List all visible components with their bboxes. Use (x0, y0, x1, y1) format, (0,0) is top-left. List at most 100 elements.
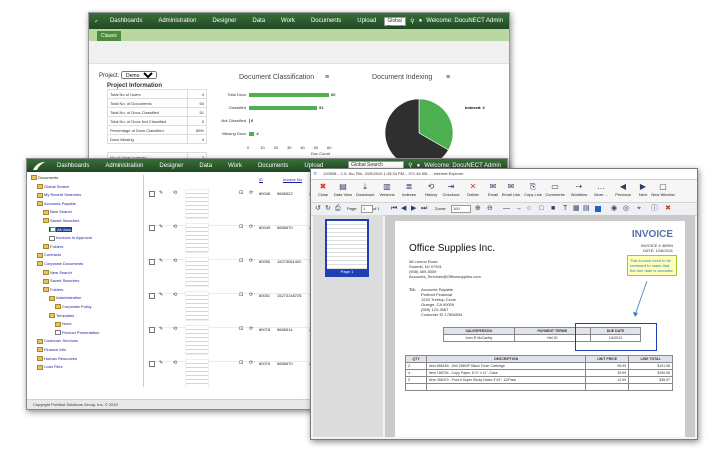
nav-work[interactable]: Work (281, 18, 295, 24)
text-tool-icon[interactable]: T (563, 204, 567, 214)
search-icon[interactable]: ⚲ (410, 18, 414, 25)
comments-button[interactable]: ▭ Comments (543, 182, 567, 197)
zoom-out-icon[interactable]: ⊖ (487, 204, 493, 214)
more-button[interactable]: … More ... (589, 182, 613, 197)
row-checkbox[interactable] (149, 225, 155, 231)
ellipse-tool-icon[interactable]: ○ (527, 204, 531, 214)
tree-node[interactable]: Finance Info (37, 347, 66, 353)
view-icon[interactable]: ⊡ (239, 360, 243, 366)
tree-node[interactable]: Customer Services (37, 338, 78, 344)
indexing-menu-icon[interactable]: ≡ (446, 74, 450, 81)
page-input[interactable]: 1 (361, 205, 373, 213)
info-icon[interactable]: ⓘ (651, 204, 658, 214)
nav-administration[interactable]: Administration (105, 163, 143, 169)
workflow-icon[interactable]: ⟲ (173, 292, 177, 298)
workflow-icon[interactable]: ⟲ (173, 360, 177, 366)
row-checkbox[interactable] (149, 327, 155, 333)
workflow-button[interactable]: ⇢ Workflow (567, 182, 591, 197)
edit-icon[interactable]: ✎ (159, 258, 163, 264)
tree-node[interactable]: Folders (43, 287, 63, 293)
copy-link-button[interactable]: ⎘ Copy Link (521, 182, 545, 197)
hide-annotations-icon[interactable]: ◎ (623, 204, 629, 214)
color-picker[interactable] (595, 206, 601, 212)
column-header[interactable]: ID (259, 177, 263, 182)
nav-data[interactable]: Data (199, 163, 212, 169)
document-thumbnail[interactable] (185, 223, 209, 253)
nav-documents[interactable]: Documents (258, 163, 288, 169)
print-icon[interactable]: ⎙ (335, 204, 341, 214)
edit-icon[interactable]: ✎ (159, 360, 163, 366)
last-page-icon[interactable]: ⏭ (421, 204, 427, 214)
tree-node[interactable]: Folders (43, 244, 63, 250)
download-button[interactable]: ⤓ Download (353, 182, 377, 197)
checkout-button[interactable]: ⇥ Checkout (439, 182, 463, 197)
tree-node[interactable]: All docs (49, 226, 73, 233)
first-page-icon[interactable]: ⏮ (391, 204, 397, 214)
tree-node[interactable]: Corporate Policy (55, 304, 92, 310)
next-page-icon[interactable]: ▶ (411, 204, 416, 214)
tree-node[interactable]: New Search (43, 209, 72, 215)
nav-dashboards[interactable]: Dashboards (110, 18, 142, 24)
tree-node[interactable]: Loan Files (37, 364, 62, 370)
user-icon[interactable]: ● (419, 18, 423, 24)
tree-node[interactable]: Saved Searches (43, 278, 79, 284)
global-search-input[interactable]: Global Search (384, 16, 407, 31)
tree-node[interactable]: Product Presentation (55, 330, 99, 336)
classification-menu-icon[interactable]: ≡ (325, 74, 329, 81)
row-checkbox[interactable] (149, 293, 155, 299)
document-thumbnail[interactable] (185, 359, 209, 387)
view-icon[interactable]: ⊡ (239, 292, 243, 298)
nav-designer[interactable]: Designer (159, 163, 183, 169)
tree-node[interactable]: Documents (31, 175, 58, 181)
history-icon[interactable]: ⟳ (249, 292, 253, 298)
nav-administration[interactable]: Administration (158, 18, 196, 24)
edit-icon[interactable]: ✎ (159, 224, 163, 230)
filled-rectangle-icon[interactable]: ■ (551, 204, 555, 214)
tree-node[interactable]: Human Resources (37, 356, 77, 362)
page-thumbnail[interactable]: Page 1 (325, 219, 369, 277)
nav-designer[interactable]: Designer (212, 18, 236, 24)
annotation-rectangle[interactable] (575, 323, 657, 351)
workflow-icon[interactable]: ⟲ (173, 326, 177, 332)
tree-node[interactable]: My Recent Searches (37, 192, 81, 198)
history-icon[interactable]: ⟳ (249, 326, 253, 332)
row-checkbox[interactable] (149, 361, 155, 367)
view-icon[interactable]: ⊡ (239, 224, 243, 230)
workflow-icon[interactable]: ⟲ (173, 258, 177, 264)
data-view-button[interactable]: ▤ Data View (331, 182, 355, 197)
view-icon[interactable]: ⊡ (239, 326, 243, 332)
new-window-button[interactable]: ▢ New Window (651, 182, 675, 197)
tree-node[interactable]: None (55, 321, 72, 327)
project-select[interactable]: Demo (121, 71, 158, 79)
view-icon[interactable]: ⊡ (239, 258, 243, 264)
arrow-tool-icon[interactable]: → (515, 204, 522, 214)
history-icon[interactable]: ⟳ (249, 258, 253, 264)
workflow-icon[interactable]: ⟲ (173, 224, 177, 230)
edit-icon[interactable]: ✎ (159, 292, 163, 298)
nav-upload[interactable]: Upload (357, 18, 376, 24)
show-annotations-icon[interactable]: ◉ (611, 204, 617, 214)
tree-node[interactable]: New Search (43, 270, 72, 276)
document-thumbnail[interactable] (185, 189, 209, 219)
document-thumbnail[interactable] (185, 257, 209, 287)
nav-documents[interactable]: Documents (311, 18, 341, 24)
nav-dashboards[interactable]: Dashboards (57, 163, 89, 169)
prev-page-icon[interactable]: ◀ (401, 204, 406, 214)
indexes-button[interactable]: ≣ Indexes (397, 182, 421, 197)
tree-node[interactable]: Global Search (37, 184, 69, 190)
annotation-note[interactable]: This invoice need to be reviewed to make… (627, 255, 677, 276)
edit-icon[interactable]: ✎ (159, 190, 163, 196)
tree-node[interactable]: Administration (49, 295, 81, 301)
history-icon[interactable]: ⟳ (249, 224, 253, 230)
tree-node[interactable]: Contracts (37, 252, 61, 258)
versions-button[interactable]: ▥ Versions (375, 182, 399, 197)
document-thumbnail[interactable] (185, 291, 209, 321)
document-thumbnail[interactable] (185, 325, 209, 355)
select-tool-icon[interactable]: ⌖ (637, 204, 641, 214)
rotate-right-icon[interactable]: ↻ (325, 204, 331, 214)
history-icon[interactable]: ⟳ (249, 360, 253, 366)
rotate-left-icon[interactable]: ↺ (315, 204, 321, 214)
view-icon[interactable]: ⊡ (239, 190, 243, 196)
tab-classic[interactable]: Classic (97, 31, 122, 41)
column-header[interactable]: Invoice No (283, 177, 302, 182)
